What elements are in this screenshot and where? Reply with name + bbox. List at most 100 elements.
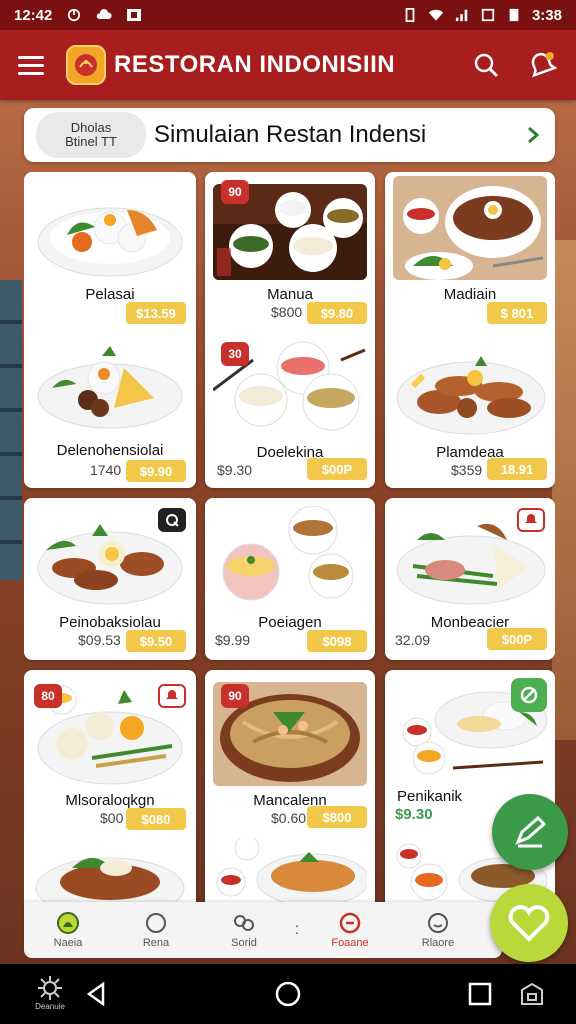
price-badge: $9.90 [126,460,186,482]
gear-icon [38,976,62,1000]
menu-card[interactable]: Monbeacier 32.09 $00P [385,498,555,660]
status-time-right: 3:38 [531,6,562,24]
menu-item[interactable]: Plamdeaa $359 18.91 [385,332,555,488]
food-image [393,176,547,280]
menu-item[interactable]: 90 Manua $800 $9.80 [205,172,375,332]
price-badge: $ 801 [487,302,547,324]
share-icon [234,915,254,931]
food-image [32,838,188,902]
item-sub-price: $9.99 [215,632,251,648]
system-navigation-bar [0,964,576,1024]
item-tag: 90 [221,684,249,708]
nav-label: Naeia [53,937,83,949]
item-name: Penikanik [397,788,463,805]
item-name: Madiain [443,286,497,303]
notification-bell-icon[interactable] [158,684,186,708]
banner-title: Simulaian Restan Indensi [154,121,427,148]
item-sub-price: 32.09 [395,632,431,648]
favorite-icon [339,912,361,934]
price-badge: $9.50 [126,630,186,652]
home-button[interactable] [263,969,313,1019]
item-name: Peinobaksiolau [59,614,161,631]
favorite-fab[interactable] [490,884,568,962]
nav-label: Rlaore [421,937,455,949]
notification-bell-icon[interactable] [517,508,545,532]
cloud-icon [97,8,112,19]
menu-card[interactable]: 80 Mlsoraloqkgn $00 $080 [24,670,196,902]
item-sub-price: $00 [100,810,124,826]
price-badge: $00P [487,628,547,650]
system-right-button[interactable] [512,974,552,1014]
item-sub-price: $09.53 [78,632,121,648]
app-bar: RESTORAN INDONISIIN [0,30,576,100]
food-image [32,338,188,434]
price-badge: $13.59 [126,302,186,324]
home-circle-icon [275,981,301,1007]
hamburger-menu-icon[interactable] [18,54,46,76]
nav-label: Sorid [231,937,257,949]
menu-card: Pelasai $13.59 Delenohensiolai 1740 $9.9… [24,172,196,488]
status-time: 12:42 [14,6,53,24]
nav-item-home[interactable]: Naeia [24,911,112,949]
menu-card[interactable]: Peinobaksiolau $09.53 $9.50 [24,498,196,660]
menu-item[interactable]: Pelasai $13.59 [24,172,196,332]
restaurant-logo [66,45,106,85]
home-icon [57,912,79,934]
price-badge: 18.91 [487,458,547,480]
item-sub-price: $9.30 [217,462,253,478]
nav-item-favorite[interactable]: Foaane [306,911,394,949]
more-dots-icon: : [294,921,300,938]
item-sub-price: $0.60 [271,810,307,826]
nav-label: Rena [142,937,170,949]
bookmark-icon[interactable] [158,508,186,532]
item-sub-price: $359 [451,462,483,478]
heart-icon [508,905,550,942]
menu-item[interactable]: 30 Doelekina $9.30 $00P [205,332,375,488]
chevron-right-icon[interactable] [523,125,543,145]
banner-chip[interactable]: Dholas Btinel TT [36,112,146,158]
notification-bell-icon[interactable] [526,49,558,81]
menu-item[interactable]: Madiain $ 801 [385,172,555,332]
system-left-button[interactable]: Deanuie [28,974,72,1018]
item-tag: 90 [221,180,249,204]
price-badge: $800 [307,806,367,828]
food-image [213,838,367,902]
image-icon [127,9,142,21]
menu-grid: Pelasai $13.59 Delenohensiolai 1740 $9.9… [24,172,555,902]
nav-item-rena[interactable]: Rena [112,911,200,949]
status-bar: 12:42 3:38 [0,0,576,30]
signal-icon [455,9,468,22]
system-left-label: Deanuie [35,1002,65,1011]
item-name: Mlsoraloqkgn [65,792,155,809]
food-image [393,336,547,436]
nav-item-share[interactable]: Sorid [200,911,288,949]
edit-pencil-icon [515,815,547,848]
item-name: Manua [267,286,313,303]
nav-item-chat[interactable]: Rlaore [394,911,482,949]
data-icon [481,8,495,22]
back-button[interactable] [71,969,121,1019]
item-name: Pelasai [85,286,135,303]
menu-card[interactable]: Poeiagen $9.99 $098 [205,498,375,660]
item-sub-price: $800 [271,304,303,320]
sync-icon [68,8,81,22]
edit-fab[interactable] [492,794,568,870]
back-triangle-icon [86,981,105,1007]
recents-button[interactable] [455,969,505,1019]
battery-icon [509,8,519,22]
vibrate-icon [405,8,415,22]
app-title: RESTORAN INDONISIIN [114,51,396,78]
promo-banner[interactable]: Dholas Btinel TT Simulaian Restan Indens… [24,108,555,162]
nav-label: Foaane [331,937,369,949]
chat-icon [428,913,448,933]
item-sub-price: 1740 [90,462,122,478]
search-icon[interactable] [470,49,502,81]
recents-square-icon [468,982,492,1006]
price-badge: $080 [126,808,186,830]
menu-item[interactable]: Delenohensiolai 1740 $9.90 [24,332,196,488]
menu-card[interactable]: 90 Mancalenn $0.60 $800 [205,670,375,902]
refresh-icon[interactable] [511,678,547,712]
price-badge: $9.80 [307,302,367,324]
bottom-navigation: Naeia Rena Sorid : Foaane Rlaore [24,902,502,958]
food-image [213,506,367,610]
